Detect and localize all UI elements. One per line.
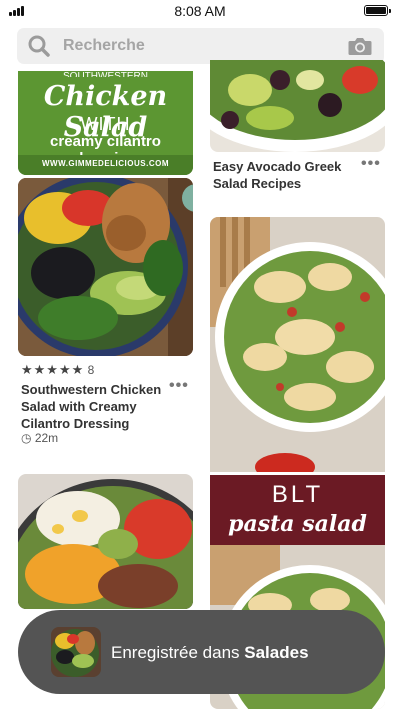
clock-icon: ◷ <box>21 431 32 445</box>
camera-icon[interactable] <box>348 36 372 56</box>
toast-board-name[interactable]: Salades <box>244 643 308 662</box>
pin-avocado-greek-image[interactable] <box>210 60 385 152</box>
blt-banner: BLT pasta salad <box>210 475 385 545</box>
salad-bowl-photo <box>18 178 193 356</box>
status-bar: 8:08 AM <box>0 0 400 22</box>
blt-subtitle: pasta salad <box>228 511 367 537</box>
search-bar[interactable] <box>17 28 384 64</box>
search-icon <box>28 35 50 57</box>
more-icon[interactable]: ••• <box>169 377 189 395</box>
cobb-salad-photo <box>18 474 193 609</box>
pin-blt-pasta-image[interactable] <box>210 217 385 472</box>
rating-count: 8 <box>87 363 95 377</box>
toast-prefix: Enregistrée dans <box>111 643 240 662</box>
pin-cobb-salad-image[interactable] <box>18 474 193 609</box>
toast-message: Enregistrée dans Salades <box>111 643 309 663</box>
greek-salad-photo <box>210 60 385 152</box>
blt-title: BLT <box>271 481 324 508</box>
poster-header-text: SOUTHWESTERN <box>63 71 148 77</box>
poster-url: WWW.GIMMEDELICIOUS.COM <box>42 159 169 168</box>
poster-with: WITH <box>80 114 131 134</box>
star-icon: ★★★★★ <box>21 362 85 377</box>
pin-rating: ★★★★★ 8 <box>21 362 95 377</box>
more-icon[interactable]: ••• <box>361 155 381 173</box>
pin-chicken-salad-poster[interactable]: SOUTHWESTERN Chicken Salad WITH creamy c… <box>18 71 193 175</box>
pin-duration: ◷ 22m <box>21 431 58 445</box>
status-time: 8:08 AM <box>174 3 226 19</box>
saved-toast[interactable]: Enregistrée dans Salades <box>18 610 385 694</box>
duration-value: 22m <box>34 431 59 445</box>
battery-icon <box>364 5 391 16</box>
pasta-salad-photo <box>210 217 385 472</box>
pin-title-avocado-greek[interactable]: Easy Avocado Greek Salad Recipes <box>213 158 358 192</box>
pin-title-southwestern[interactable]: Southwestern Chicken Salad with Creamy C… <box>21 381 166 432</box>
pin-southwestern-chicken-image[interactable] <box>18 178 193 356</box>
toast-thumbnail <box>51 627 101 677</box>
search-input[interactable] <box>63 28 333 64</box>
